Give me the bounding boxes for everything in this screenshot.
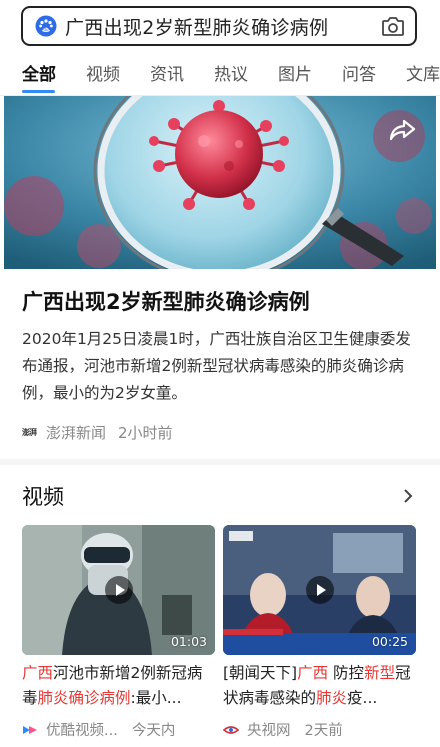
source-logo: 澎湃 — [22, 427, 37, 437]
svg-text:du: du — [43, 27, 49, 32]
video-section-heading[interactable]: 视频 — [22, 481, 64, 511]
tab-bar: 全部 视频 资讯 热议 图片 问答 文库 — [0, 56, 440, 96]
title-highlight: 新型 — [364, 664, 396, 682]
search-bar[interactable]: du 广西出现2岁新型肺炎确诊病例 — [21, 6, 417, 46]
video-source-row: 优酷视频... 今天内 — [22, 719, 215, 740]
title-highlight: 肺炎确诊病例 — [37, 689, 131, 707]
virus-magnifier-illustration — [4, 96, 436, 269]
video-source-row: 央视网 2天前 — [223, 719, 416, 740]
baidu-paw-icon: du — [35, 15, 57, 37]
article-summary: 2020年1月25日凌晨1时，广西壮族自治区卫生健康委发布通报，河池市新增2例新… — [22, 330, 411, 402]
youku-logo-icon — [23, 725, 37, 734]
publish-time: 2小时前 — [118, 424, 173, 442]
title-highlight: 广西 — [22, 664, 54, 682]
title-text: [朝闻天下] — [223, 664, 298, 682]
article-hero-image[interactable] — [4, 96, 436, 269]
tab-video[interactable]: 视频 — [86, 60, 120, 85]
tab-all[interactable]: 全部 — [22, 60, 56, 85]
section-separator — [0, 459, 440, 465]
video-card[interactable]: 00:25 [朝闻天下]广西 防控新型冠状病毒感染的肺炎疫... 央视网 2天前 — [223, 525, 416, 740]
video-source-name: 央视网 — [247, 723, 291, 739]
video-card[interactable]: 01:03 广西河池市新增2例新冠病毒肺炎确诊病例:最小... 优酷视频... … — [22, 525, 215, 740]
active-tab-indicator — [22, 90, 55, 93]
cctv-logo-icon — [223, 725, 239, 734]
tab-library[interactable]: 文库 — [406, 60, 440, 85]
video-time: 今天内 — [131, 723, 176, 739]
tab-qa[interactable]: 问答 — [342, 60, 376, 85]
camera-icon[interactable] — [381, 15, 405, 37]
play-icon[interactable] — [306, 576, 334, 604]
title-text: :最小... — [130, 689, 182, 707]
article-title[interactable]: 广西出现2岁新型肺炎确诊病例 — [22, 286, 310, 316]
video-source-name: 优酷视频... — [46, 723, 118, 739]
search-input[interactable]: 广西出现2岁新型肺炎确诊病例 — [65, 13, 381, 40]
title-highlight: 肺炎 — [316, 689, 348, 707]
video-thumbnail[interactable]: 01:03 — [22, 525, 215, 655]
video-time: 2天前 — [304, 723, 343, 739]
video-title[interactable]: [朝闻天下]广西 防控新型冠状病毒感染的肺炎疫... — [223, 661, 416, 711]
share-icon[interactable] — [388, 118, 416, 142]
title-highlight: 广西 — [297, 664, 329, 682]
video-duration: 01:03 — [170, 634, 207, 649]
video-thumbnail[interactable]: 00:25 — [223, 525, 416, 655]
tab-discussion[interactable]: 热议 — [214, 60, 248, 85]
tab-news[interactable]: 资讯 — [150, 60, 184, 85]
title-text: 防控 — [328, 664, 365, 682]
article-source-row: 澎湃 澎湃新闻 2小时前 — [22, 422, 173, 443]
video-title[interactable]: 广西河池市新增2例新冠病毒肺炎确诊病例:最小... — [22, 661, 215, 711]
play-icon[interactable] — [105, 576, 133, 604]
tab-images[interactable]: 图片 — [278, 60, 312, 85]
title-text: 疫... — [347, 689, 378, 707]
chevron-right-icon[interactable] — [402, 488, 414, 504]
source-name: 澎湃新闻 — [46, 424, 107, 442]
video-duration: 00:25 — [371, 634, 408, 649]
